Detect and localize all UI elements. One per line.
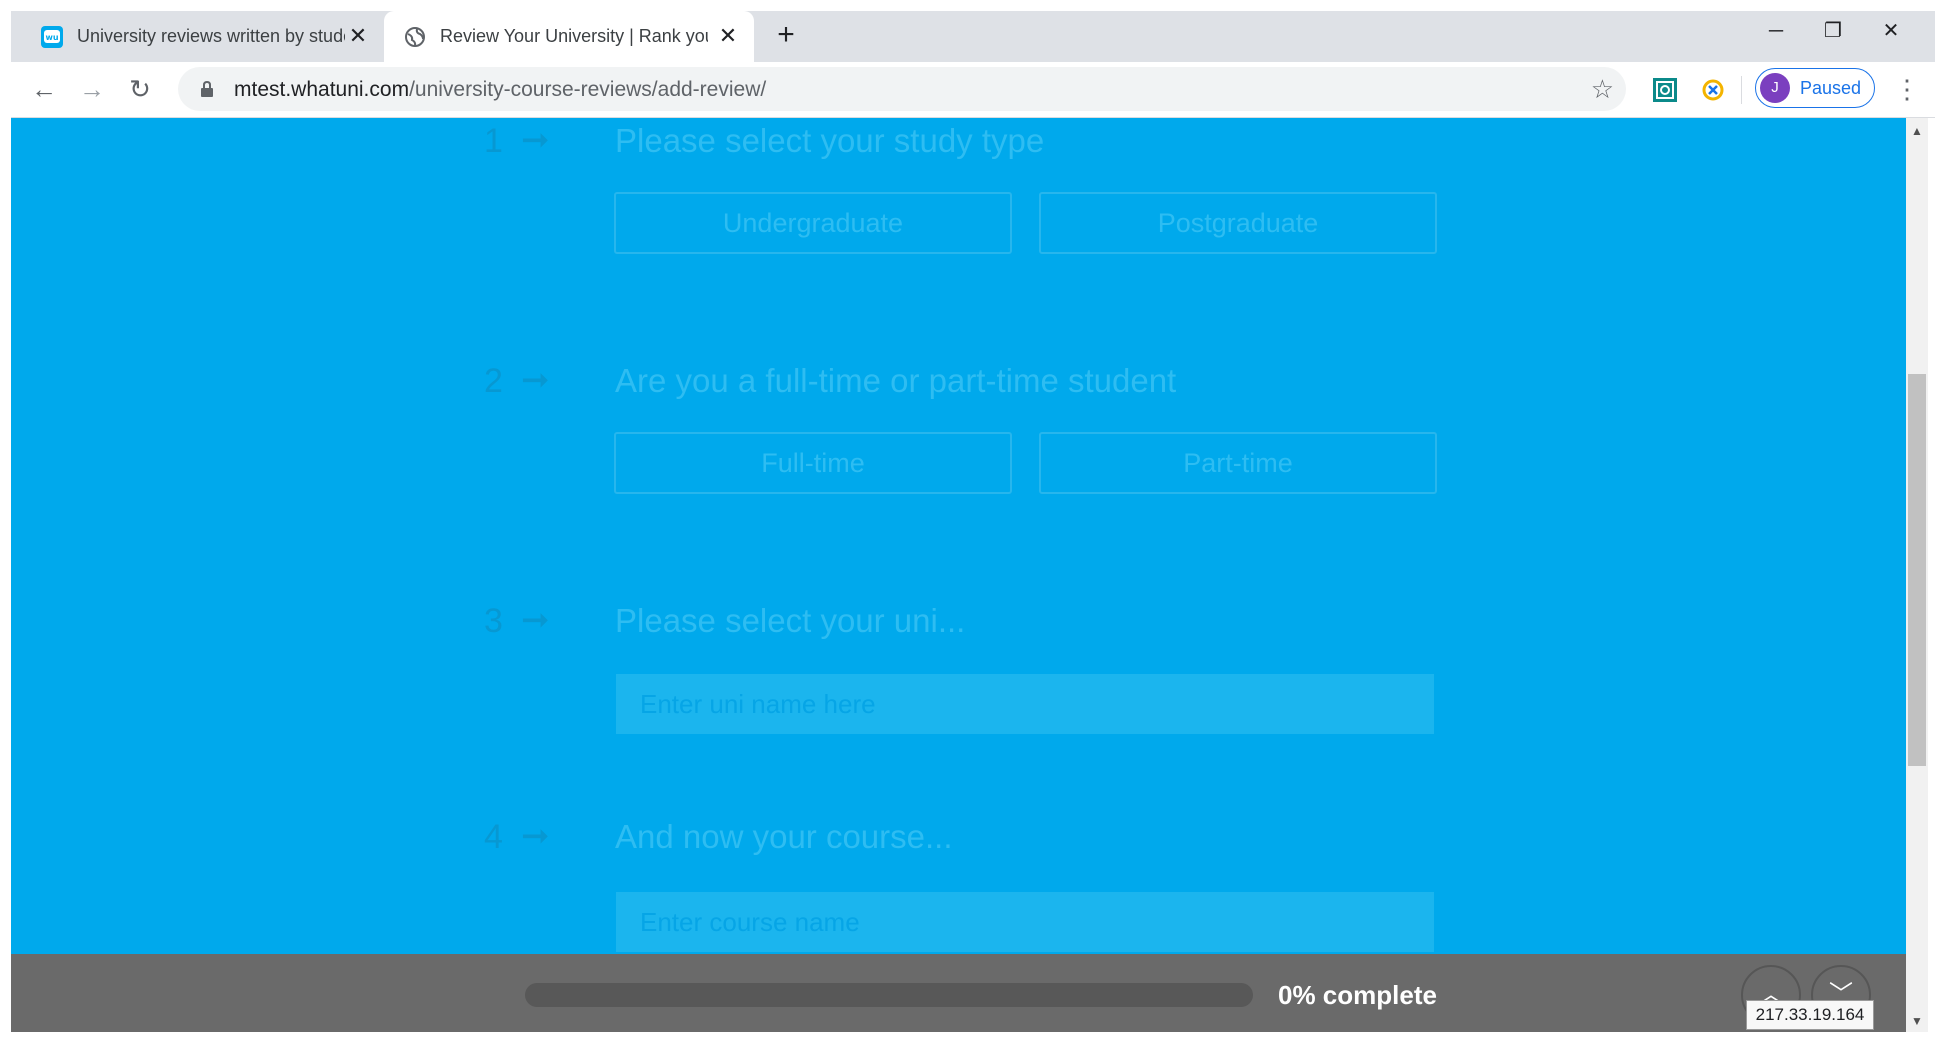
- forward-button[interactable]: →: [75, 72, 109, 106]
- extension-compass-icon[interactable]: [1700, 77, 1726, 103]
- arrow-right-icon: ➞: [521, 817, 550, 855]
- course-name-input[interactable]: Enter course name: [616, 892, 1434, 952]
- arrow-right-icon: ➞: [521, 601, 550, 639]
- lock-icon: [201, 81, 213, 97]
- browser-window: wu University reviews written by student…: [11, 0, 1935, 1042]
- progress-footer: 0% complete ︿ ﹀: [11, 954, 1906, 1032]
- review-form-page: 1 ➞ Please select your study type Underg…: [11, 118, 1906, 954]
- tab-review-your-university[interactable]: Review Your University | Rank your uni ✕: [384, 11, 754, 62]
- browser-toolbar: ← → ↻ mtest.whatuni.com/university-cours…: [11, 62, 1935, 118]
- progress-label: 0% complete: [1278, 980, 1437, 1010]
- restore-icon[interactable]: ❐: [1805, 11, 1861, 51]
- wu-logo-icon: wu: [41, 25, 63, 48]
- question-text: Please select your uni...: [615, 602, 966, 639]
- arrow-right-icon: ➞: [521, 361, 550, 399]
- undergraduate-button[interactable]: Undergraduate: [614, 192, 1012, 254]
- svg-text:wu: wu: [45, 33, 58, 42]
- postgraduate-button[interactable]: Postgraduate: [1039, 192, 1437, 254]
- question-text: Are you a full-time or part-time student: [615, 362, 1177, 399]
- close-tab-icon[interactable]: ✕: [716, 24, 740, 48]
- question-text: Please select your study type: [615, 122, 1045, 159]
- tab-strip: wu University reviews written by student…: [11, 11, 1935, 62]
- question-number: 1: [484, 122, 503, 160]
- tab-university-reviews[interactable]: wu University reviews written by student…: [11, 11, 384, 62]
- progress-track: [525, 983, 1253, 1007]
- tab-title: Review Your University | Rank your uni: [440, 26, 708, 46]
- uni-name-input[interactable]: Enter uni name here: [616, 674, 1434, 734]
- url-text: mtest.whatuni.com/university-course-revi…: [234, 78, 766, 102]
- question-text: And now your course...: [615, 818, 953, 855]
- minimize-icon[interactable]: ─: [1748, 11, 1804, 51]
- arrow-right-icon: ➞: [521, 121, 550, 159]
- scroll-arrow-up-icon[interactable]: ▲: [1911, 124, 1923, 138]
- question-number: 2: [484, 362, 503, 400]
- url-domain: mtest.whatuni.com: [234, 78, 410, 101]
- toolbar-divider: [1741, 76, 1742, 104]
- bookmark-star-icon[interactable]: ☆: [1591, 76, 1614, 102]
- reload-button[interactable]: ↻: [123, 72, 157, 106]
- close-tab-icon[interactable]: ✕: [346, 24, 370, 48]
- address-bar[interactable]: mtest.whatuni.com/university-course-revi…: [178, 67, 1626, 111]
- extension-grid-icon[interactable]: [1652, 77, 1678, 103]
- tab-title: University reviews written by students: [77, 26, 345, 46]
- page-scrollbar[interactable]: ▲ ▼: [1906, 118, 1928, 1032]
- ip-address-tooltip: 217.33.19.164: [1746, 1000, 1874, 1030]
- url-path: /university-course-reviews/add-review/: [409, 78, 767, 101]
- close-window-icon[interactable]: ✕: [1863, 11, 1919, 51]
- question-number: 4: [484, 818, 503, 856]
- scroll-arrow-down-icon[interactable]: ▼: [1911, 1014, 1923, 1028]
- scrollbar-thumb[interactable]: [1908, 374, 1926, 766]
- profile-button[interactable]: J Paused: [1755, 68, 1875, 108]
- question-number: 3: [484, 602, 503, 640]
- part-time-button[interactable]: Part-time: [1039, 432, 1437, 494]
- back-button[interactable]: ←: [27, 72, 61, 106]
- avatar: J: [1760, 73, 1790, 103]
- new-tab-button[interactable]: +: [768, 17, 804, 53]
- browser-menu-icon[interactable]: ⋮: [1894, 74, 1920, 104]
- profile-status: Paused: [1800, 77, 1862, 98]
- globe-icon: [405, 26, 425, 47]
- full-time-button[interactable]: Full-time: [614, 432, 1012, 494]
